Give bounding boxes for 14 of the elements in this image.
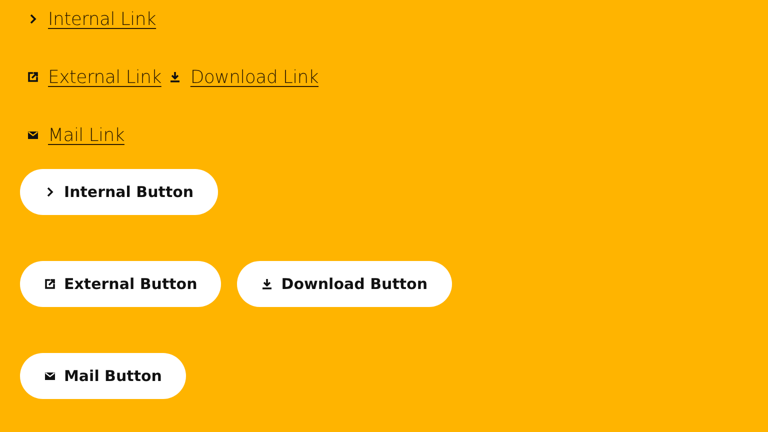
pill-button[interactable]: Download Button — [237, 261, 452, 307]
text-link[interactable]: Mail Link — [48, 122, 124, 148]
pill-button[interactable]: Internal Button — [20, 169, 218, 215]
envelope-icon — [27, 129, 39, 141]
text-link[interactable]: Download Link — [190, 64, 319, 90]
download-icon — [169, 71, 182, 83]
external-link-icon — [44, 278, 56, 290]
envelope-icon — [44, 370, 56, 382]
pill-button[interactable]: Mail Button — [20, 353, 186, 399]
download-icon — [261, 278, 274, 290]
external-link-icon — [27, 71, 39, 83]
text-link[interactable]: Internal Link — [48, 6, 156, 32]
text-link[interactable]: External Link — [48, 64, 162, 90]
pill-button[interactable]: External Button — [20, 261, 222, 307]
